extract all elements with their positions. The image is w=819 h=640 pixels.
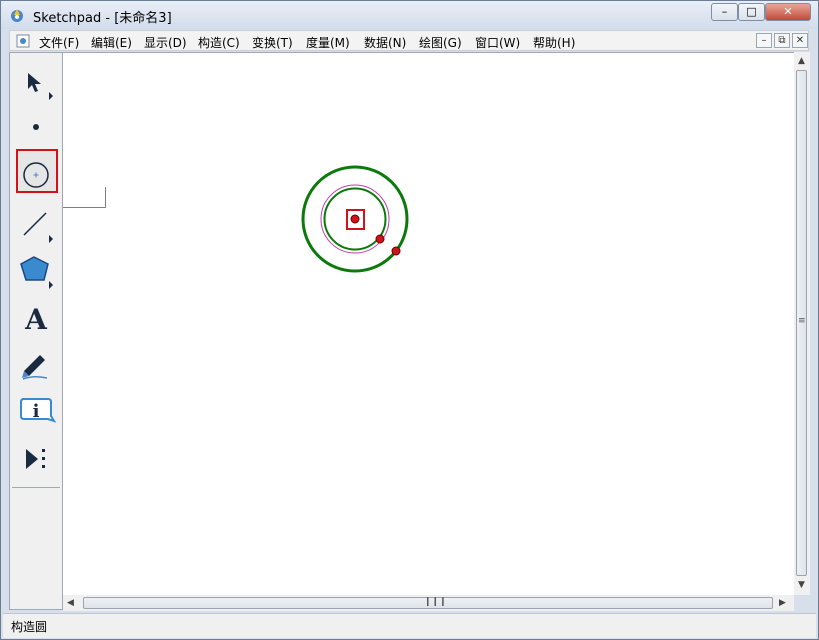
title-bar: Sketchpad - [未命名3] – □ ✕ [1, 1, 818, 29]
menu-display[interactable]: 显示(D) [144, 34, 187, 51]
close-button[interactable]: ✕ [765, 3, 811, 21]
info-tool-label: i [33, 401, 40, 422]
toolbox: A i [9, 52, 63, 610]
menu-construct[interactable]: 构造(C) [198, 34, 240, 51]
tool-flyout [63, 187, 106, 208]
app-window: Sketchpad - [未命名3] – □ ✕ 文件(F) 编辑(E) 显示(… [0, 0, 819, 640]
scroll-down-icon[interactable]: ▼ [798, 580, 805, 590]
menu-bar: 文件(F) 编辑(E) 显示(D) 构造(C) 变换(T) 度量(M) 数据(N… [9, 30, 809, 51]
thumb-grip-icon: ❙❙❙ [424, 597, 447, 607]
scroll-up-icon[interactable]: ▲ [798, 56, 805, 66]
pentagon-icon [20, 256, 53, 289]
vertical-scrollbar[interactable]: ▲ ≡ ▼ [794, 52, 810, 595]
maximize-button[interactable]: □ [738, 3, 765, 21]
text-a-icon: A [24, 303, 48, 336]
sketchpad-logo-icon [11, 9, 23, 22]
scroll-right-icon[interactable]: ▶ [779, 598, 786, 608]
compass-tool[interactable] [10, 151, 62, 195]
doc-close-button[interactable]: ✕ [792, 33, 808, 48]
status-text: 构造圆 [11, 620, 48, 634]
horizontal-scrollbar[interactable]: ◀ ❙❙❙ ▶ [63, 595, 794, 611]
play-dots-icon [26, 449, 45, 469]
marker-icon [22, 355, 48, 380]
menu-data[interactable]: 数据(N) [364, 34, 406, 51]
information-tool[interactable]: i [10, 389, 62, 433]
custom-tool[interactable] [10, 437, 62, 481]
point-icon [33, 124, 39, 130]
menu-graph[interactable]: 绘图(G) [419, 34, 462, 51]
straightedge-tool[interactable] [10, 201, 62, 245]
vertical-scroll-thumb[interactable]: ≡ [796, 70, 807, 576]
thumb-grip-icon: ≡ [798, 316, 806, 326]
menu-window[interactable]: 窗口(W) [475, 34, 520, 51]
arrow-select-tool[interactable] [10, 59, 62, 103]
sketch-canvas[interactable] [63, 52, 794, 596]
outer-radius-point[interactable] [391, 246, 401, 256]
construction-drawing [301, 165, 409, 273]
circle-icon [23, 162, 49, 188]
polygon-tool[interactable] [10, 249, 62, 293]
scroll-left-icon[interactable]: ◀ [67, 598, 74, 608]
toolbox-divider [12, 487, 60, 488]
info-icon: i [20, 398, 57, 423]
status-bar: 构造圆 [3, 613, 816, 638]
marker-tool[interactable] [10, 343, 62, 387]
doc-restore-button[interactable]: ⧉ [774, 33, 790, 48]
segment-icon [23, 212, 53, 243]
text-tool-label: A [24, 303, 48, 336]
horizontal-scroll-thumb[interactable]: ❙❙❙ [83, 597, 773, 609]
minimize-button[interactable]: – [711, 3, 738, 21]
arrow-icon [28, 73, 53, 100]
doc-minimize-button[interactable]: – [756, 33, 772, 48]
menu-transform[interactable]: 变换(T) [252, 34, 293, 51]
center-point[interactable] [350, 214, 360, 224]
text-tool[interactable]: A [10, 297, 62, 341]
inner-radius-point[interactable] [375, 234, 385, 244]
menu-help[interactable]: 帮助(H) [533, 34, 575, 51]
menu-measure[interactable]: 度量(M) [306, 34, 350, 51]
document-icon[interactable] [16, 34, 30, 48]
menu-edit[interactable]: 编辑(E) [91, 34, 132, 51]
window-title: Sketchpad - [未命名3] [33, 11, 172, 26]
menu-file[interactable]: 文件(F) [39, 34, 79, 51]
point-tool[interactable] [10, 105, 62, 149]
